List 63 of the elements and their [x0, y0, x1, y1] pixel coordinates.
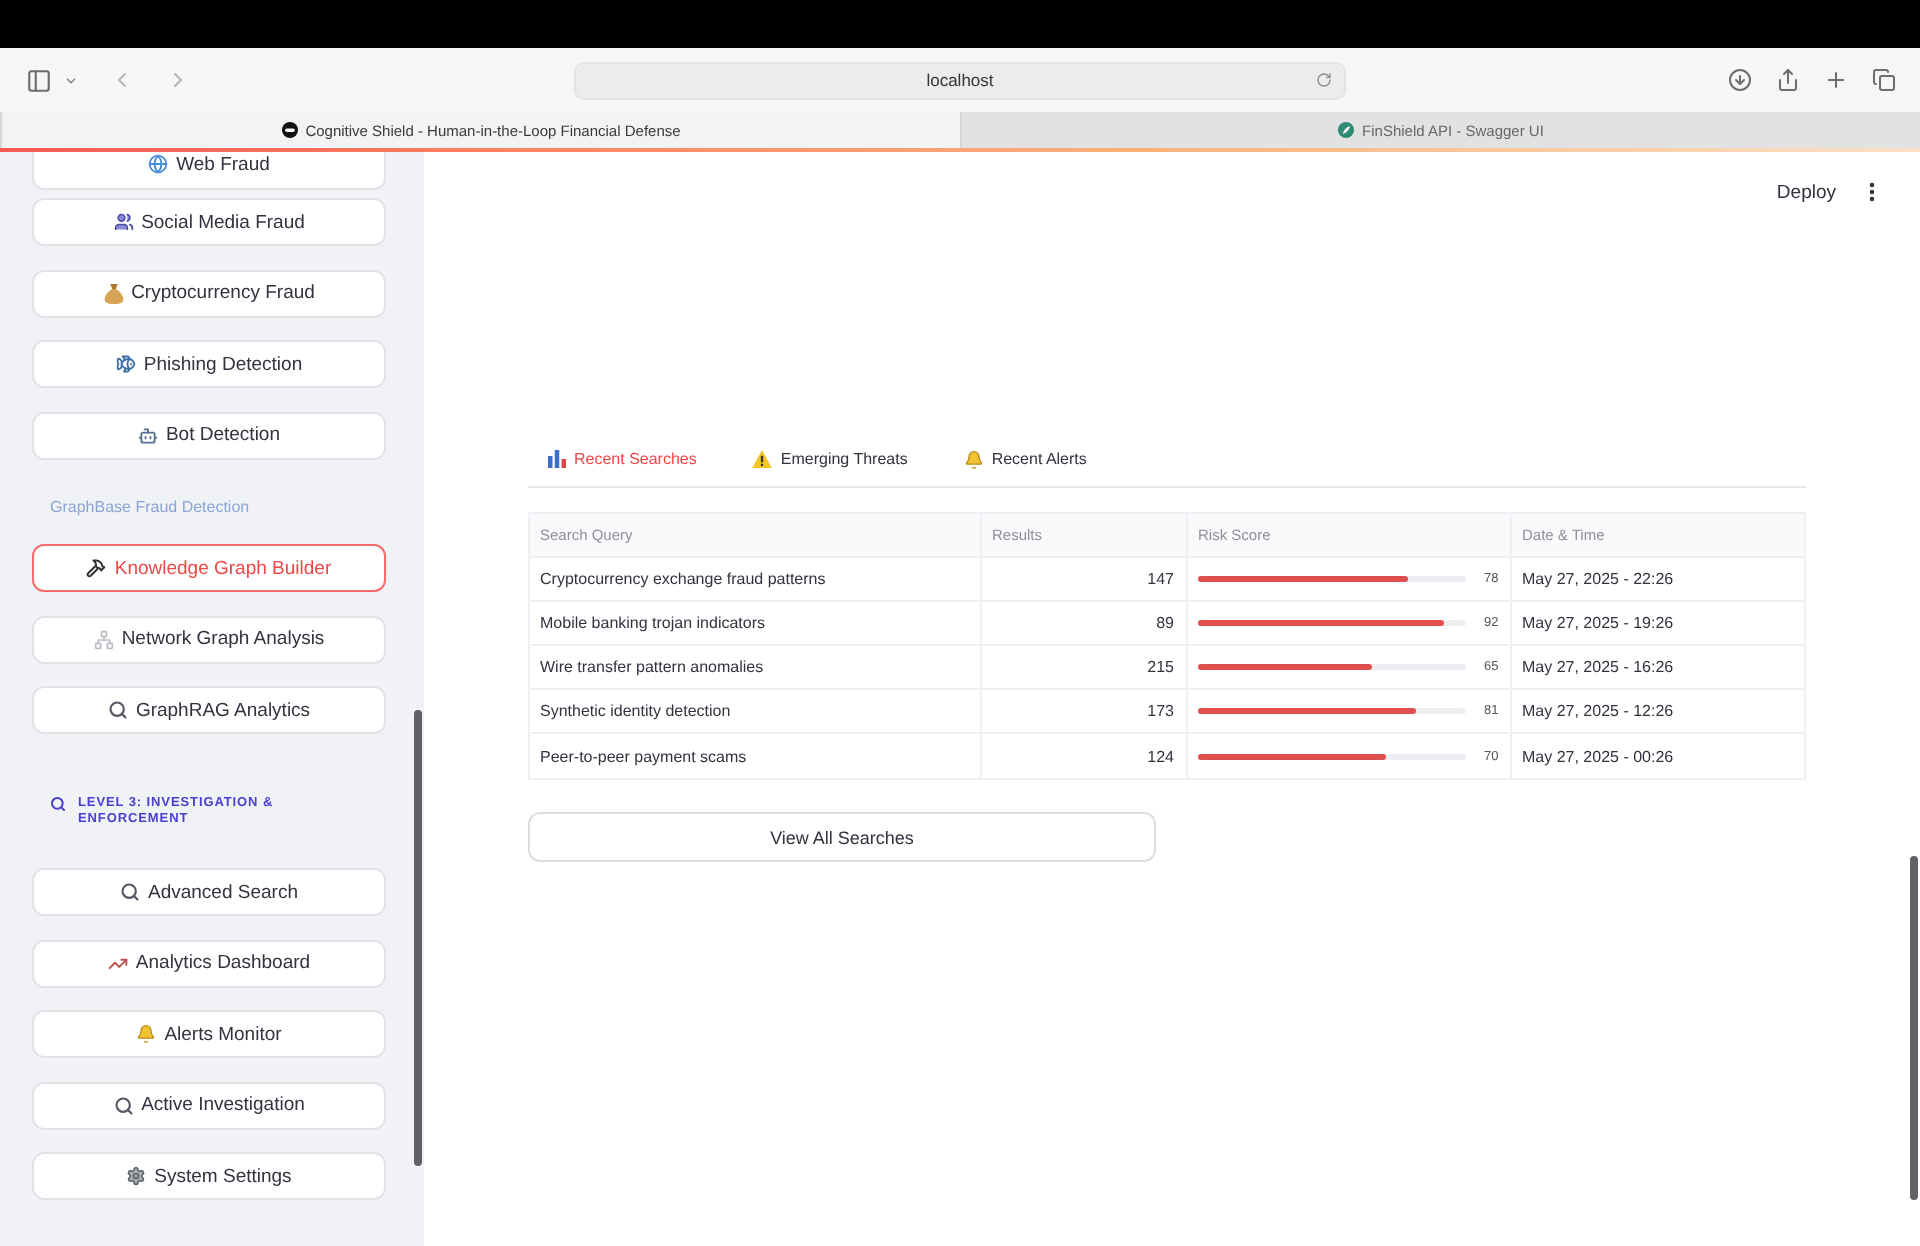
- warning-icon: [752, 450, 773, 468]
- scrollbar-thumb[interactable]: [414, 710, 422, 1166]
- nav-button[interactable]: Bot Detection: [32, 411, 386, 459]
- favicon-icon: [1338, 122, 1355, 138]
- search-icon: [120, 882, 140, 902]
- search-icon: [107, 700, 128, 720]
- table-cell-text: May 27, 2025 - 16:26: [1520, 656, 1676, 680]
- nav-button[interactable]: Advanced Search: [32, 868, 386, 916]
- tab[interactable]: Recent Alerts: [963, 449, 1087, 469]
- table-cell-text: May 27, 2025 - 00:26: [1520, 745, 1676, 770]
- nav-button[interactable]: Social Media Fraud: [32, 198, 386, 246]
- fish-icon: [115, 354, 136, 374]
- bell-icon: [963, 449, 984, 469]
- nav-button[interactable]: Network Graph Analysis: [32, 615, 386, 663]
- table-cell: 215: [982, 646, 1188, 688]
- search-icon: [50, 796, 66, 812]
- dropdown-caret-icon[interactable]: [64, 73, 78, 87]
- table-cell-text: May 27, 2025 - 19:26: [1520, 612, 1676, 636]
- nav-button[interactable]: Knowledge Graph Builder: [32, 544, 386, 592]
- bell-icon: [136, 1024, 157, 1044]
- nav-button[interactable]: Cryptocurrency Fraud: [32, 269, 386, 317]
- table-cell: 173: [982, 690, 1188, 732]
- search-icon: [113, 1095, 134, 1115]
- new-tab-icon[interactable]: [1824, 68, 1848, 92]
- money-bag-icon: [103, 283, 124, 303]
- network-icon: [93, 629, 114, 649]
- nav-button[interactable]: Analytics Dashboard: [32, 939, 386, 987]
- table-cell-text: May 27, 2025 - 22:26: [1520, 568, 1676, 592]
- address-field[interactable]: localhost: [574, 61, 1346, 99]
- table-cell: Mobile banking trojan indicators: [530, 602, 982, 644]
- tab[interactable]: Recent Searches: [548, 450, 697, 468]
- nav-button[interactable]: Active Investigation: [32, 1081, 386, 1129]
- download-icon[interactable]: [1728, 68, 1752, 92]
- table-cell: Synthetic identity detection: [530, 690, 982, 732]
- robot-icon: [137, 425, 158, 445]
- tabs-overview-icon[interactable]: [1872, 68, 1896, 92]
- bar-chart-icon: [548, 450, 566, 468]
- table-cell-text: May 27, 2025 - 12:26: [1520, 700, 1676, 724]
- tab[interactable]: Emerging Threats: [752, 450, 908, 468]
- sidebar-toggle-icon[interactable]: [26, 67, 52, 93]
- scrollbar-thumb[interactable]: [1910, 856, 1918, 1200]
- chart-icon: [107, 953, 128, 973]
- nav-button[interactable]: Alerts Monitor: [32, 1010, 386, 1058]
- table-cell: Peer-to-peer payment scams: [530, 734, 982, 778]
- table-cell: 147: [982, 558, 1188, 600]
- table-cell: Cryptocurrency exchange fraud patterns: [530, 558, 982, 600]
- nav-button[interactable]: System Settings: [32, 1152, 386, 1200]
- settings-icon: [126, 1166, 147, 1186]
- view-all-button[interactable]: View All Searches: [528, 812, 1156, 862]
- hammer-icon: [86, 558, 107, 578]
- globe-icon: [148, 154, 169, 174]
- table-cell: Wire transfer pattern anomalies: [530, 646, 982, 688]
- nav-button[interactable]: Phishing Detection: [32, 340, 386, 388]
- nav-button[interactable]: GraphRAG Analytics: [32, 686, 386, 734]
- people-icon: [113, 212, 134, 232]
- table-cell: 89: [982, 602, 1188, 644]
- deploy-button[interactable]: Deploy: [1776, 181, 1836, 203]
- share-icon[interactable]: [1776, 68, 1800, 92]
- table-cell: 124: [982, 734, 1188, 778]
- section-caption: GraphBase Fraud Detection: [50, 496, 252, 520]
- reload-icon[interactable]: [1316, 72, 1332, 88]
- nav-button[interactable]: Web Fraud: [32, 152, 386, 190]
- favicon-icon: [281, 122, 298, 138]
